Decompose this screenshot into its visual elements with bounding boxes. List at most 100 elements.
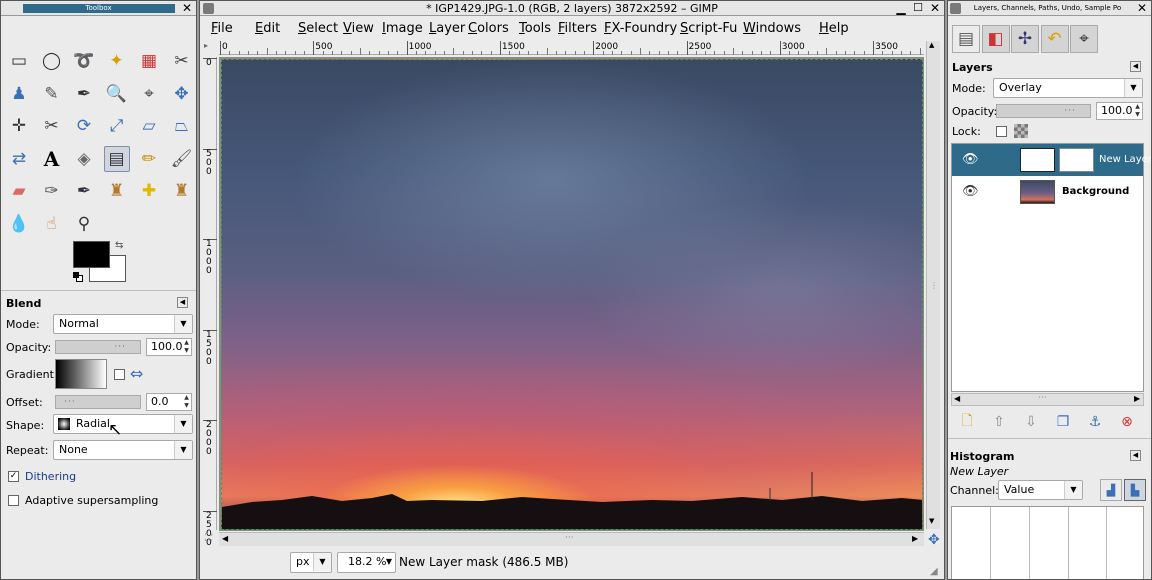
horizontal-ruler[interactable]: 0 500 1000 1500 2000 2500 3000 3500 [219, 41, 940, 55]
menu-windows[interactable]: Windows [743, 21, 801, 36]
menu-fx-foundry[interactable]: FX-Foundry [604, 21, 677, 36]
menu-file[interactable]: File [211, 21, 233, 36]
dodge-burn-icon[interactable]: ⚲ [71, 211, 97, 237]
shape-dropdown[interactable]: Radial ▼ [53, 414, 193, 434]
scroll-left-icon[interactable]: ◀ [222, 534, 228, 543]
canvas-area[interactable] [219, 57, 924, 531]
layer-row-background[interactable]: 👁 Background [952, 176, 1143, 208]
layers-tab-icon[interactable]: ▤ [952, 25, 980, 53]
perspective-clone-icon[interactable]: ♜ [169, 178, 195, 204]
undo-tab-icon[interactable]: ↶ [1040, 25, 1069, 53]
sample-points-tab-icon[interactable]: ⌖ [1070, 25, 1098, 53]
log-histogram-icon[interactable]: ▙ [1124, 479, 1146, 501]
opacity-spinbox[interactable]: 100.0 ▲ ▼ [146, 338, 192, 356]
zoom-icon[interactable]: 🔍 [104, 81, 130, 107]
fuzzy-select-icon[interactable]: ✦ [104, 48, 130, 74]
reverse-gradient-checkbox[interactable] [114, 369, 125, 380]
resize-grip-icon[interactable]: ◢ [930, 566, 938, 577]
scroll-right-icon[interactable]: ▶ [1134, 394, 1140, 403]
select-by-color-icon[interactable]: ▦ [136, 48, 162, 74]
text-icon[interactable]: A [39, 146, 65, 172]
navigate-icon[interactable]: ✥ [928, 532, 940, 548]
gradient-preview[interactable] [55, 359, 107, 389]
paintbrush-icon[interactable]: 🖌 [169, 146, 195, 172]
menu-help[interactable]: Help [819, 21, 849, 36]
paths-tab-icon[interactable]: ✢ [1011, 25, 1039, 53]
image-canvas[interactable] [221, 59, 923, 530]
menu-edit[interactable]: Edit [255, 21, 280, 36]
opacity-slider[interactable]: ··· [55, 340, 141, 354]
scroll-right-icon[interactable]: ▶ [912, 534, 918, 543]
swap-colors-icon[interactable]: ⇆ [115, 240, 123, 251]
histogram-view[interactable] [951, 506, 1144, 579]
scale-icon[interactable]: ⤢ [104, 113, 130, 139]
eye-icon[interactable]: 👁 [962, 184, 979, 199]
dithering-checkbox[interactable]: ✓ [8, 471, 19, 482]
scroll-thumb[interactable]: ··· [1038, 393, 1047, 403]
crop-icon[interactable]: ✂ [39, 113, 65, 139]
blend-icon[interactable]: ▤ [103, 145, 130, 172]
rect-select-icon[interactable]: ▭ [6, 48, 32, 74]
eye-icon[interactable]: 👁 [962, 152, 979, 167]
scroll-thumb[interactable]: ··· [565, 533, 574, 543]
pencil-icon[interactable]: ✏ [136, 146, 162, 172]
menu-select[interactable]: Select [298, 21, 338, 36]
spin-arrows-icon[interactable]: ▲ ▼ [182, 339, 191, 355]
reverse-gradient-icon[interactable]: ⇔ [130, 364, 143, 383]
paths-icon[interactable]: ✎ [39, 81, 65, 107]
menu-layer[interactable]: Layer [429, 21, 465, 36]
layers-hscrollbar[interactable]: ◀ ··· ▶ [951, 393, 1144, 406]
foreground-color-swatch[interactable] [73, 241, 110, 268]
scroll-down-icon[interactable]: ▼ [929, 517, 934, 525]
airbrush-icon[interactable]: ✑ [39, 178, 65, 204]
rotate-icon[interactable]: ⟳ [71, 113, 97, 139]
delete-layer-icon[interactable]: ⊗ [1116, 411, 1138, 433]
free-select-icon[interactable]: ➰ [71, 48, 97, 74]
configure-tab-icon[interactable]: ◀ [1130, 61, 1141, 72]
maximize-icon[interactable]: ☐ [911, 2, 925, 15]
scroll-up-icon[interactable]: ▲ [929, 41, 934, 49]
ink-icon[interactable]: ✒ [71, 178, 97, 204]
quick-mask-corner[interactable]: ▸ [204, 41, 216, 55]
blur-sharpen-icon[interactable]: 💧 [6, 211, 32, 237]
channels-tab-icon[interactable]: ◧ [981, 25, 1010, 53]
close-icon[interactable]: ✕ [180, 2, 194, 15]
linear-histogram-icon[interactable]: ▟ [1100, 479, 1122, 501]
layer-opacity-spinbox[interactable]: 100.0 ▲ ▼ [1096, 102, 1143, 120]
dock-titlebar[interactable]: Layers, Channels, Paths, Undo, Sample Po… [948, 1, 1151, 16]
menu-colors[interactable]: Colors [468, 21, 509, 36]
mode-dropdown[interactable]: Normal ▼ [53, 314, 193, 334]
horizontal-scrollbar[interactable]: ◀ ··· ▶ [219, 532, 924, 546]
minimize-icon[interactable]: ▁ [894, 2, 908, 15]
heal-icon[interactable]: ✚ [136, 178, 162, 204]
unit-dropdown[interactable]: px ▼ [290, 552, 332, 573]
flip-icon[interactable]: ⇄ [6, 146, 32, 172]
vertical-ruler[interactable]: 0 500 1000 1500 2000 2500 [203, 57, 217, 547]
spin-arrows-icon[interactable]: ▲ ▼ [182, 394, 191, 410]
smudge-icon[interactable]: ☝ [39, 211, 65, 237]
lock-pixels-checkbox[interactable] [996, 126, 1007, 137]
lock-alpha-icon[interactable] [1014, 124, 1028, 138]
zoom-dropdown[interactable]: 18.2 % ▼ [337, 552, 396, 573]
vertical-scrollbar[interactable]: ▲ ⋮ ▼ [926, 41, 940, 529]
menu-tools[interactable]: Tools [519, 21, 551, 36]
shear-icon[interactable]: ▱ [136, 113, 162, 139]
toolbox-titlebar[interactable]: Toolbox ✕ [1, 1, 196, 16]
scissors-icon[interactable]: ✂ [169, 48, 195, 74]
menu-script-fu[interactable]: Script-Fu [680, 21, 737, 36]
menu-filters[interactable]: Filters [558, 21, 597, 36]
offset-slider[interactable]: ··· [55, 395, 141, 409]
offset-spinbox[interactable]: 0.0 ▲ ▼ [146, 393, 192, 411]
spin-arrows-icon[interactable]: ▲ ▼ [1133, 103, 1142, 119]
menu-image[interactable]: Image [382, 21, 423, 36]
align-icon[interactable]: ✛ [6, 113, 32, 139]
layer-opacity-slider[interactable]: ··· [996, 104, 1091, 118]
measure-icon[interactable]: ⌖ [136, 81, 162, 107]
close-icon[interactable]: ✕ [1135, 2, 1149, 15]
adaptive-supersampling-checkbox[interactable] [8, 495, 19, 506]
image-titlebar[interactable]: * IGP1429.JPG-1.0 (RGB, 2 layers) 3872x2… [200, 1, 944, 16]
eraser-icon[interactable]: ▰ [6, 178, 32, 204]
layer-row-new-layer[interactable]: 👁 New Layer [952, 144, 1151, 176]
layer-mask-thumbnail[interactable] [1059, 148, 1094, 172]
clone-icon[interactable]: ♜ [104, 178, 130, 204]
